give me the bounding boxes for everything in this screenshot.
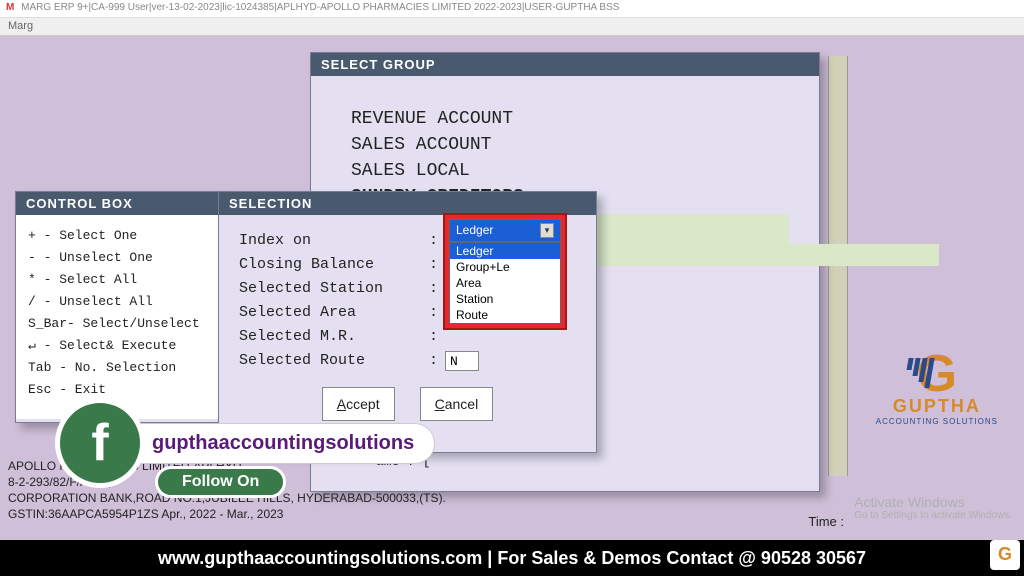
chevron-down-icon[interactable]: ▾ xyxy=(540,223,554,238)
label-route: Selected Route xyxy=(239,349,429,373)
label-station: Selected Station xyxy=(239,277,429,301)
hint-line: * - Select All xyxy=(28,269,207,291)
control-box-body: + - Select One - - Unselect One * - Sele… xyxy=(16,215,219,419)
activate-title: Activate Windows xyxy=(854,494,1012,510)
index-dropdown[interactable]: Ledger ▾ Ledger Group+Le Area Station Ro… xyxy=(445,215,565,328)
dropdown-selected[interactable]: Ledger ▾ xyxy=(449,219,561,242)
label-index: Index on xyxy=(239,229,429,253)
logo-g-icon: G xyxy=(876,352,998,396)
banner-text: www.gupthaaccountingsolutions.com | For … xyxy=(158,548,866,568)
dropdown-value: Ledger xyxy=(456,223,493,238)
dropdown-option[interactable]: Group+Le xyxy=(450,259,560,275)
group-item[interactable]: REVENUE ACCOUNT xyxy=(351,106,789,132)
title-text: MARG ERP 9+|CA-999 User|ver-13-02-2023|l… xyxy=(21,2,619,13)
menu-item-marg[interactable]: Marg xyxy=(8,20,33,32)
app-icon: M xyxy=(6,2,14,13)
control-box-header: CONTROL BOX xyxy=(16,192,219,215)
hint-line: ↵ - Select& Execute xyxy=(28,335,207,357)
hint-line: / - Unselect All xyxy=(28,291,207,313)
hint-line: Tab - No. Selection xyxy=(28,357,207,379)
group-item[interactable]: SALES LOCAL xyxy=(351,158,789,184)
bottom-banner: www.gupthaaccountingsolutions.com | For … xyxy=(0,540,1024,576)
facebook-icon: f xyxy=(55,398,145,488)
logo-sub: ACCOUNTING SOLUTIONS xyxy=(876,417,998,426)
selection-header: SELECTION xyxy=(219,192,596,215)
route-input[interactable] xyxy=(445,351,479,371)
dropdown-option[interactable]: Ledger xyxy=(450,243,560,259)
window-titlebar: M MARG ERP 9+|CA-999 User|ver-13-02-2023… xyxy=(0,0,1024,18)
workspace: SELECT GROUP REVENUE ACCOUNT SALES ACCOU… xyxy=(0,36,1024,540)
dropdown-option[interactable]: Route xyxy=(450,307,560,323)
hint-line: + - Select One xyxy=(28,225,207,247)
hint-line: - - Unselect One xyxy=(28,247,207,269)
label-area: Selected Area xyxy=(239,301,429,325)
select-group-header: SELECT GROUP xyxy=(311,53,819,76)
footer-line: GSTIN:36AAPCA5954P1ZS Apr., 2022 - Mar.,… xyxy=(8,506,446,522)
menu-bar[interactable]: Marg xyxy=(0,18,1024,36)
guptha-logo: G GUPTHA ACCOUNTING SOLUTIONS xyxy=(876,352,998,426)
dropdown-option[interactable]: Station xyxy=(450,291,560,307)
social-handle: gupthaaccountingsolutions xyxy=(117,423,435,464)
hint-line: S_Bar- Select/Unselect xyxy=(28,313,207,335)
right-column-strip xyxy=(828,56,848,476)
label-closing: Closing Balance xyxy=(239,253,429,277)
label-mr: Selected M.R. xyxy=(239,325,429,349)
control-box-panel: CONTROL BOX + - Select One - - Unselect … xyxy=(15,191,220,423)
banner-logo-icon: G xyxy=(990,540,1020,570)
dropdown-option[interactable]: Area xyxy=(450,275,560,291)
dropdown-list[interactable]: Ledger Group+Le Area Station Route xyxy=(449,242,561,324)
time-label: Time : xyxy=(808,514,844,529)
activate-windows: Activate Windows Go to Settings to activ… xyxy=(854,494,1012,521)
group-item[interactable]: SALES ACCOUNT xyxy=(351,132,789,158)
activate-sub: Go to Settings to activate Windows. xyxy=(854,510,1012,521)
follow-cta: Follow On xyxy=(155,466,286,498)
